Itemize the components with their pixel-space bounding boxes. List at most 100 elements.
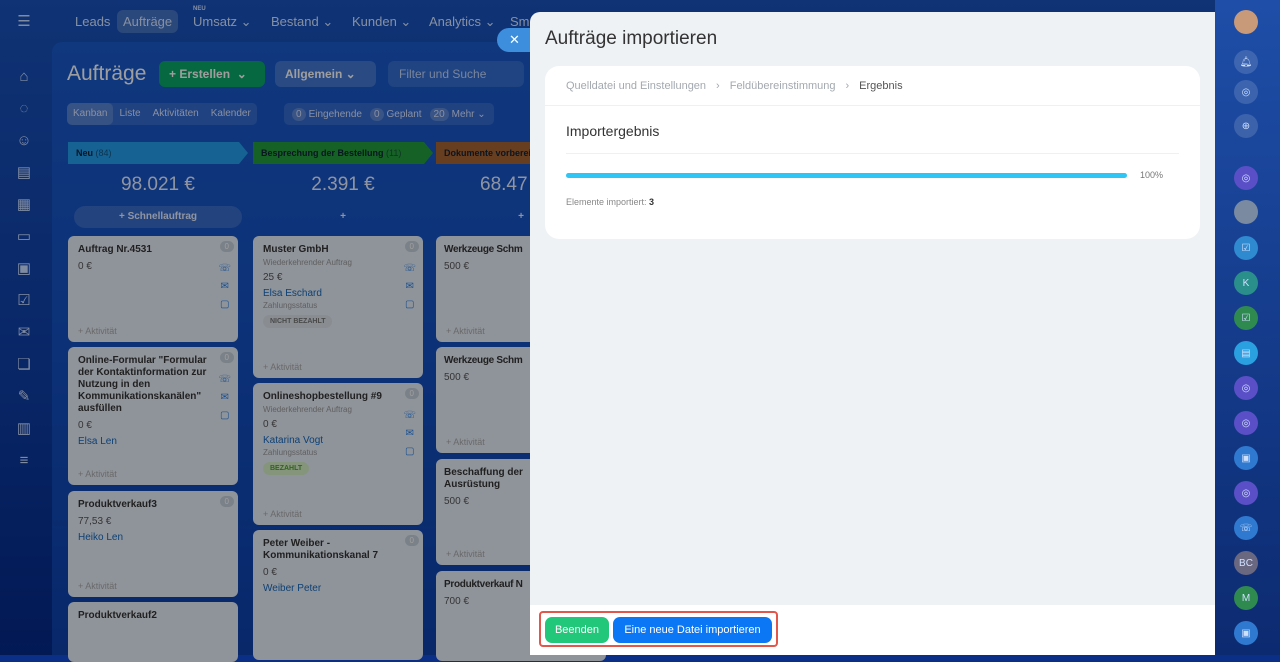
counter-more[interactable]: 20 Mehr ⌄	[429, 107, 486, 121]
new-import-button[interactable]: Eine neue Datei importieren	[613, 617, 772, 643]
chat-icon[interactable]: ❏	[0, 348, 48, 380]
chevron-right-icon: ›	[716, 79, 720, 92]
filter-preset-button[interactable]: Allgemein ⌄	[275, 61, 376, 87]
imported-summary: Elemente importiert: 3	[566, 197, 654, 207]
bell-icon[interactable]: 🔔︎	[1234, 50, 1258, 74]
divider	[566, 153, 1179, 154]
company-icon[interactable]: ▥	[0, 412, 48, 444]
counter-incoming[interactable]: 0 Eingehende	[292, 107, 362, 121]
add-activity-link[interactable]: + Aktivität	[446, 549, 485, 559]
result-title: Importergebnis	[566, 123, 660, 139]
add-activity-link[interactable]: + Aktivität	[446, 326, 485, 336]
counter-planned[interactable]: 0 Geplant	[369, 107, 422, 121]
phone-icon[interactable]: ☏	[403, 260, 416, 278]
new-badge: NEU	[193, 6, 206, 12]
mail-icon[interactable]: ✉	[403, 278, 416, 296]
phone-icon[interactable]: ☏	[218, 260, 231, 278]
user-avatar[interactable]	[1234, 10, 1258, 34]
menu-icon[interactable]: ☰	[0, 5, 48, 37]
contact-avatar-bc[interactable]: BC	[1234, 551, 1258, 575]
chat-channel-icon[interactable]: ◎	[1234, 376, 1258, 400]
finish-button[interactable]: Beenden	[545, 617, 609, 643]
contact-avatar-m[interactable]: M	[1234, 586, 1258, 610]
nav-kunden[interactable]: Kunden ⌄	[346, 10, 417, 34]
comment-icon[interactable]: ▢	[218, 296, 231, 314]
deal-card[interactable]: Produktverkauf2	[68, 602, 238, 662]
mail-icon[interactable]: ✉	[218, 278, 231, 296]
tasks-icon[interactable]: ☑	[0, 284, 48, 316]
home-icon[interactable]: ⌂	[0, 60, 48, 92]
deal-card[interactable]: Muster GmbH Wiederkehrender Auftrag 25 €…	[253, 236, 423, 378]
column-header[interactable]: Besprechung der Bestellung (11)	[253, 142, 433, 164]
crm-icon[interactable]: ◌	[0, 92, 48, 124]
nav-leads[interactable]: Leads	[69, 10, 116, 33]
calendar-icon[interactable]: ▦	[0, 188, 48, 220]
phone-icon[interactable]: ☏	[218, 371, 231, 389]
filter-icon[interactable]: ≡	[0, 444, 48, 476]
nav-bestand[interactable]: Bestand ⌄	[265, 10, 339, 34]
contact-card-icon[interactable]: ▣	[1234, 446, 1258, 470]
view-kanban[interactable]: Kanban	[67, 103, 114, 125]
nav-umsatz[interactable]: NEU Umsatz ⌄	[187, 6, 258, 34]
column-header[interactable]: Dokumente vorbereiten	[436, 142, 545, 164]
add-button[interactable]: +	[442, 206, 524, 228]
contacts-icon[interactable]: ☺	[0, 124, 48, 156]
payment-status-label: Zahlungsstatus	[263, 301, 318, 310]
card-contact[interactable]: Elsa Eschard	[263, 288, 413, 299]
card-contact[interactable]: Katarina Vogt	[263, 435, 413, 446]
deal-card[interactable]: Produktverkauf3 77,53 € Heiko Len 0 + Ak…	[68, 491, 238, 597]
contact-card-icon[interactable]: ▣	[1234, 621, 1258, 645]
add-activity-link[interactable]: + Aktivität	[263, 509, 302, 519]
chat-channel-icon[interactable]: ◎	[1234, 166, 1258, 190]
nav-analytics[interactable]: Analytics ⌄	[423, 10, 502, 34]
contact-avatar[interactable]	[1234, 200, 1258, 224]
chat-channel-icon[interactable]: ◎	[1234, 481, 1258, 505]
card-actions: ☏ ✉ ▢	[218, 371, 231, 425]
imported-label: Elemente importiert:	[566, 197, 647, 207]
chat-channel-icon[interactable]: ◎	[1234, 411, 1258, 435]
add-activity-link[interactable]: + Aktivität	[78, 469, 117, 479]
comment-icon[interactable]: ▢	[403, 443, 416, 461]
add-button[interactable]: +	[259, 206, 427, 228]
inventory-icon[interactable]: ▭	[0, 220, 48, 252]
task-chat-icon[interactable]: ☑	[1234, 236, 1258, 260]
imported-count: 3	[649, 197, 655, 207]
comment-icon[interactable]: ▢	[218, 407, 231, 425]
comment-icon[interactable]: ▢	[403, 296, 416, 314]
message-icon[interactable]: ▤	[1234, 341, 1258, 365]
add-activity-link[interactable]: + Aktivität	[78, 326, 117, 336]
payment-status-badge: NICHT BEZAHLT	[263, 315, 333, 328]
deal-card[interactable]: Auftrag Nr.4531 0 € 0 ☏ ✉ ▢ + Aktivität	[68, 236, 238, 342]
add-activity-link[interactable]: + Aktivität	[446, 437, 485, 447]
deal-card[interactable]: Peter Weiber - Kommunikationskanal 7 0 €…	[253, 530, 423, 660]
search-chat-icon[interactable]: ⊕	[1234, 114, 1258, 138]
deal-card[interactable]: Online-Formular "Formular der Kontaktinf…	[68, 347, 238, 485]
deal-card[interactable]: Onlineshopbestellung #9 Wiederkehrender …	[253, 383, 423, 525]
card-contact[interactable]: Heiko Len	[78, 532, 228, 543]
documents-icon[interactable]: ▤	[0, 156, 48, 188]
panel-title: Aufträge importieren	[545, 28, 718, 49]
add-activity-link[interactable]: + Aktivität	[263, 362, 302, 372]
sites-icon[interactable]: ▣	[0, 252, 48, 284]
task-chat-icon[interactable]: ☑	[1234, 306, 1258, 330]
column-header[interactable]: Neu (84)	[68, 142, 248, 164]
quick-order-button[interactable]: + Schnellauftrag	[74, 206, 242, 228]
create-button[interactable]: + Erstellen ⌄	[159, 61, 265, 87]
mail-icon[interactable]: ✉	[0, 316, 48, 348]
phone-icon[interactable]: ☏	[403, 407, 416, 425]
mail-icon[interactable]: ✉	[218, 389, 231, 407]
add-activity-link[interactable]: + Aktivität	[78, 581, 117, 591]
nav-auftraege[interactable]: Aufträge	[117, 10, 179, 33]
card-contact[interactable]: Elsa Len	[78, 436, 228, 447]
card-contact[interactable]: Weiber Peter	[263, 583, 413, 594]
search-input[interactable]: Filter und Suche	[388, 61, 524, 87]
view-list[interactable]: Liste	[113, 103, 146, 125]
counter-value: 0	[369, 107, 384, 121]
mail-icon[interactable]: ✉	[403, 425, 416, 443]
openlines-icon[interactable]: ◎	[1234, 80, 1258, 104]
phone-icon[interactable]: ☏	[1234, 516, 1258, 540]
view-calendar[interactable]: Kalender	[205, 103, 257, 125]
view-activities[interactable]: Aktivitäten	[147, 103, 205, 125]
contact-avatar-k[interactable]: K	[1234, 271, 1258, 295]
sign-icon[interactable]: ✎	[0, 380, 48, 412]
